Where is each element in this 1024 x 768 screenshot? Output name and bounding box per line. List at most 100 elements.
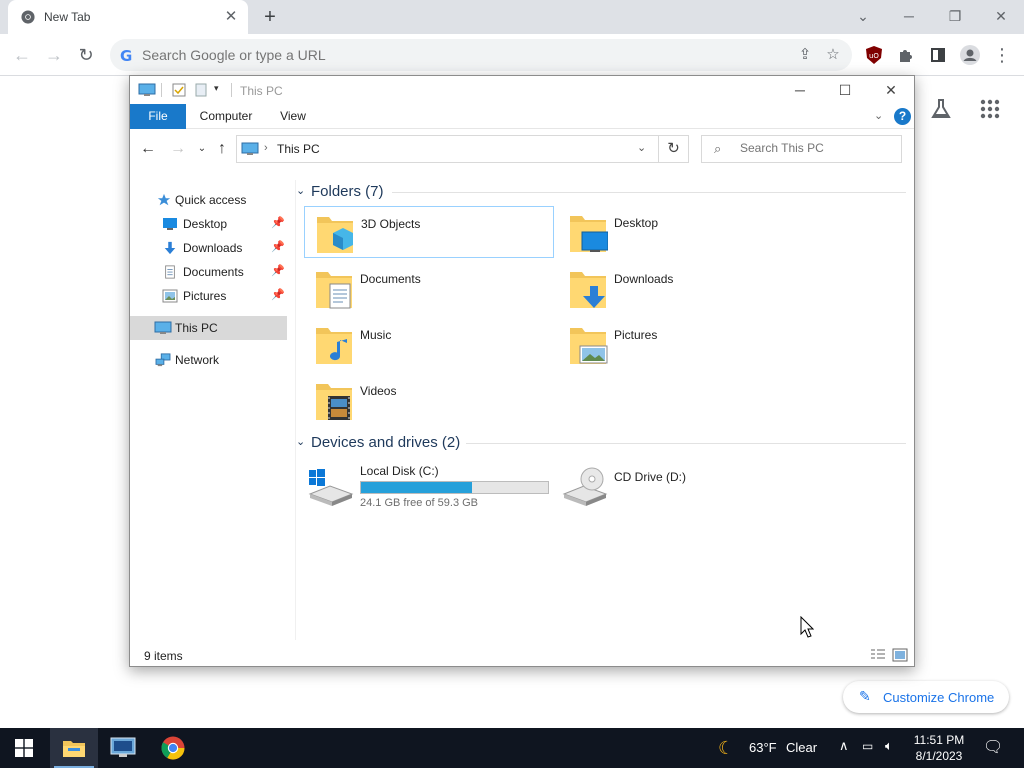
weather-temperature[interactable]: 63°F [749,740,777,755]
recent-locations-chevron-icon[interactable]: ⌄ [192,139,212,159]
explorer-titlebar[interactable]: ▾ This PC ─ ☐ ✕ [130,76,914,104]
taskbar-chrome[interactable] [149,728,197,768]
bookmark-star-icon[interactable]: ☆ [822,44,844,66]
labs-flask-icon[interactable] [930,98,952,123]
address-bar[interactable]: › This PC ⌄ [236,135,659,163]
show-hidden-icons-chevron-icon[interactable]: ∧ [839,738,849,754]
start-button[interactable] [0,728,48,768]
expand-ribbon-chevron-icon[interactable]: ⌄ [874,109,883,122]
tab-view[interactable]: View [270,104,316,129]
volume-speaker-icon[interactable]: 🔈︎ [885,738,893,754]
pin-icon[interactable]: 📌 [271,288,285,301]
notifications-icon[interactable]: 🗨︎ [983,737,1003,757]
minimize-icon[interactable]: ─ [896,5,922,27]
refresh-icon[interactable]: ↻ [659,135,689,163]
pin-icon[interactable]: 📌 [271,216,285,229]
properties-check-icon[interactable] [172,83,186,97]
documents-icon [165,265,175,279]
nav-documents[interactable]: Documents 📌 [130,260,287,284]
drive-name: CD Drive (D:) [614,470,686,484]
reload-icon[interactable]: ↻ [74,43,98,67]
explorer-minimize-icon[interactable]: ─ [785,80,815,100]
tab-search-chevron-icon[interactable]: ⌄ [850,5,876,27]
system-clock[interactable]: 11:51 PM 8/1/2023 [906,732,972,764]
back-arrow-icon[interactable]: ← [10,43,34,67]
folder-3d-objects[interactable]: 3D Objects [304,206,554,258]
pin-icon[interactable]: 📌 [271,240,285,253]
side-panel-icon[interactable] [926,43,950,67]
large-icons-view-icon[interactable] [892,648,908,662]
nav-label: Documents [183,265,244,279]
folder-documents[interactable]: Documents [304,262,554,314]
folder-desktop[interactable]: Desktop [558,206,808,258]
help-icon[interactable]: ? [894,108,911,125]
address-dropdown-icon[interactable]: ⌄ [637,141,646,154]
share-icon[interactable]: ⇪ [794,44,816,66]
address-text[interactable]: This PC [277,142,320,156]
explorer-close-icon[interactable]: ✕ [876,80,906,100]
restore-icon[interactable]: ❐ [942,5,968,27]
group-divider [392,192,906,193]
drive-local-disk-c[interactable]: Local Disk (C:) 24.1 GB free of 59.3 GB [304,460,564,512]
nav-label: Downloads [183,241,243,255]
google-apps-grid-icon[interactable] [980,99,1000,122]
taskbar-file-explorer[interactable] [50,728,98,768]
new-tab-plus-icon[interactable]: + [258,6,282,28]
devices-group-header[interactable]: ⌄ Devices and drives (2) [296,433,910,453]
drive-free-space: 24.1 GB free of 59.3 GB [360,497,479,509]
folder-videos[interactable]: Videos [304,374,554,426]
qat-dropdown-icon[interactable]: ▾ [214,83,228,97]
collapse-chevron-icon[interactable]: ⌄ [296,435,305,448]
explorer-back-icon[interactable]: ← [138,139,158,159]
search-input[interactable] [740,141,890,155]
folder-pictures[interactable]: Pictures [558,318,808,370]
chrome-menu-icon[interactable]: ⋮ [990,43,1014,67]
collapse-chevron-icon[interactable]: ⌄ [296,184,305,197]
search-box[interactable]: ⌕ [701,135,902,163]
omnibox[interactable]: G ⇪ ☆ [110,39,852,71]
explorer-maximize-icon[interactable]: ☐ [830,80,860,100]
nav-pictures[interactable]: Pictures 📌 [130,284,287,308]
folder-music[interactable]: Music [304,318,554,370]
pictures-folder-icon [570,328,608,364]
new-folder-icon[interactable] [194,83,208,97]
desktop-icon [163,218,177,230]
omnibox-input[interactable] [142,45,702,65]
nav-this-pc[interactable]: This PC [130,316,287,340]
forward-arrow-icon[interactable]: → [42,43,66,67]
status-bar: 9 items [130,646,914,666]
folder-name: Music [360,328,392,342]
clock-date: 8/1/2023 [915,749,963,763]
breadcrumb-chevron-icon[interactable]: › [264,142,268,154]
taskbar-remote-desktop[interactable] [99,728,147,768]
nav-desktop[interactable]: Desktop 📌 [130,212,287,236]
profile-avatar-icon[interactable] [958,43,982,67]
extensions-puzzle-icon[interactable] [894,43,918,67]
folders-group-header[interactable]: ⌄ Folders (7) [296,182,910,202]
local-disk-windows-icon [308,469,354,506]
nav-quick-access[interactable]: Quick access [130,188,287,212]
close-window-icon[interactable]: ✕ [988,5,1014,27]
tab-close-icon[interactable]: ✕ [222,8,240,26]
weather-condition[interactable]: Clear [786,740,817,755]
this-pc-icon [154,321,172,334]
ublock-extension-icon[interactable]: uO [862,43,886,67]
details-view-icon[interactable] [870,648,886,662]
explorer-forward-icon[interactable]: → [168,139,188,159]
tab-computer[interactable]: Computer [194,104,258,129]
chrome-tab-strip: New Tab ✕ + ⌄ ─ ❐ ✕ [0,0,1024,34]
folder-name: Documents [360,272,421,286]
network-tray-icon[interactable]: ▭ [862,739,873,753]
tab-file[interactable]: File [130,104,186,129]
weather-moon-icon[interactable]: ☾ [718,738,734,759]
customize-chrome-button[interactable]: ✎ Customize Chrome [843,681,1009,713]
up-arrow-icon[interactable]: ↑ [212,139,232,159]
devices-group-title: Devices and drives (2) [311,434,461,451]
tab-new-tab[interactable]: New Tab ✕ [8,0,248,34]
folder-name: 3D Objects [361,217,421,231]
folder-downloads[interactable]: Downloads [558,262,808,314]
drive-cd-d[interactable]: CD Drive (D:) [558,460,818,512]
pin-icon[interactable]: 📌 [271,264,285,277]
nav-network[interactable]: Network [130,348,287,372]
nav-downloads[interactable]: Downloads 📌 [130,236,287,260]
